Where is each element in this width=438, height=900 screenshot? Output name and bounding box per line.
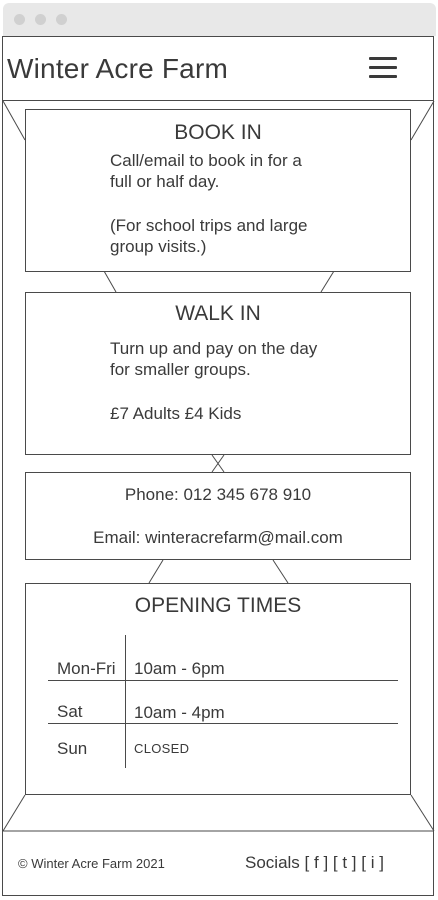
connector-line	[410, 794, 435, 832]
timetable-hours: 10am - 4pm	[134, 703, 225, 722]
facebook-link[interactable]: [ f ]	[305, 853, 329, 872]
copyright-text: © Winter Acre Farm 2021	[18, 856, 165, 871]
book-in-text-line: Call/email to book in for a	[110, 151, 302, 170]
timetable-row-divider	[48, 723, 398, 724]
timetable-day: Sun	[57, 739, 88, 758]
connector-line	[2, 794, 26, 832]
timetable-hours: CLOSED	[134, 741, 190, 756]
book-in-title: BOOK IN	[174, 121, 262, 144]
book-in-text-line: full or half day.	[110, 172, 220, 191]
connector-line	[148, 559, 164, 584]
connector-line	[320, 270, 335, 293]
walk-in-text-line: for smaller groups.	[110, 360, 251, 379]
book-in-card: BOOK IN Call/email to book in for a full…	[25, 109, 411, 272]
walk-in-prices: £7 Adults £4 Kids	[110, 404, 242, 423]
site-header: Winter Acre Farm	[3, 37, 434, 101]
socials-label: Socials	[245, 853, 300, 872]
site-footer: © Winter Acre Farm 2021 Socials [ f ] [ …	[3, 831, 434, 895]
walk-in-title: WALK IN	[175, 302, 261, 325]
book-in-text-line: group visits.)	[110, 237, 207, 256]
opening-times-title: OPENING TIMES	[134, 594, 302, 617]
timetable-hours: 10am - 6pm	[134, 659, 225, 678]
hamburger-menu-icon[interactable]	[367, 55, 399, 81]
timetable-day: Sat	[57, 702, 83, 721]
walk-in-card: WALK IN Turn up and pay on the day for s…	[25, 292, 411, 455]
connector-line	[2, 100, 26, 141]
instagram-link[interactable]: [ i ]	[361, 853, 384, 872]
connector-line	[410, 100, 435, 141]
timetable-day: Mon-Fri	[57, 659, 116, 678]
twitter-link[interactable]: [ t ]	[333, 853, 357, 872]
page: Winter Acre Farm BOOK IN Call/email to b…	[0, 0, 438, 900]
contact-email[interactable]: Email: winteracrefarm@mail.com	[26, 528, 410, 548]
site-title[interactable]: Winter Acre Farm	[7, 53, 228, 85]
timetable-row-divider	[48, 680, 398, 681]
connector-line	[272, 559, 289, 584]
opening-times-card: OPENING TIMES Mon-Fri 10am - 6pm Sat 10a…	[25, 583, 411, 795]
contact-phone[interactable]: Phone: 012 345 678 910	[26, 485, 410, 505]
timetable-divider	[125, 635, 126, 768]
socials-links: Socials [ f ] [ t ] [ i ]	[245, 853, 384, 873]
contact-card: Phone: 012 345 678 910 Email: winteracre…	[25, 472, 411, 560]
connector-line	[103, 270, 117, 293]
book-in-text-line: (For school trips and large	[110, 216, 308, 235]
walk-in-text-line: Turn up and pay on the day	[110, 339, 318, 358]
